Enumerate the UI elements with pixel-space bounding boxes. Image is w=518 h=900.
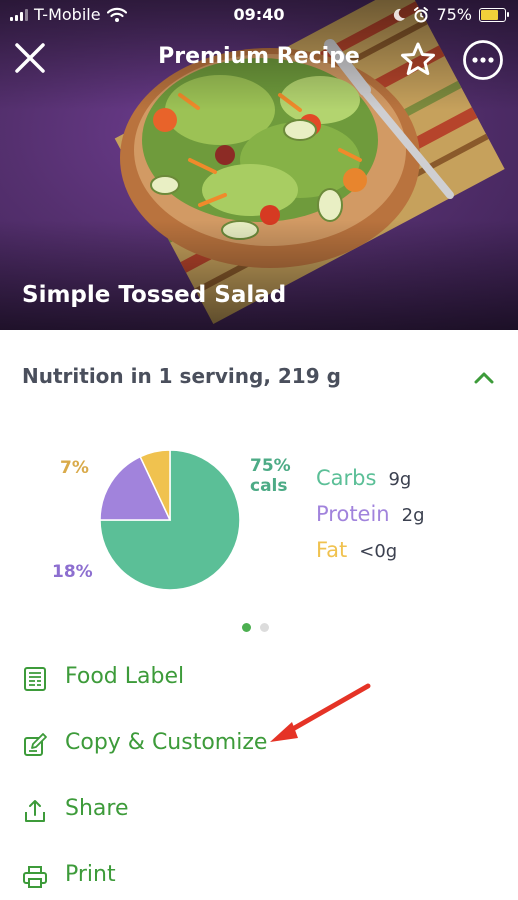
annotation-arrow xyxy=(270,683,371,742)
battery-percent: 75% xyxy=(436,5,472,24)
nutrition-chart-area[interactable]: 7% 18% 75% cals Carbs 9g Protein 2g Fat … xyxy=(0,440,518,600)
status-bar: T-Mobile 09:40 75% xyxy=(0,0,518,32)
legend-name: Protein xyxy=(316,502,390,526)
status-right: 75% xyxy=(392,5,509,24)
legend-value: 2g xyxy=(401,505,425,526)
food-label-label: Food Label xyxy=(65,664,185,689)
carbs-percent-value: 75% xyxy=(250,456,291,476)
nutrition-title: Nutrition in 1 serving, 219 g xyxy=(22,364,341,388)
legend-value: 9g xyxy=(388,469,412,490)
food-label-button[interactable]: Food Label xyxy=(0,653,518,703)
calories-pie-chart xyxy=(99,449,241,591)
copy-customize-button[interactable]: Copy & Customize xyxy=(0,719,518,769)
print-button[interactable]: Print xyxy=(0,851,518,900)
copy-customize-label: Copy & Customize xyxy=(65,730,268,755)
protein-percent-label: 18% xyxy=(52,562,93,582)
food-label-icon xyxy=(24,667,46,691)
alarm-icon xyxy=(414,6,429,22)
nutrition-section-header[interactable]: Nutrition in 1 serving, 219 g xyxy=(0,350,518,406)
more-horizontal-icon[interactable] xyxy=(462,39,504,81)
legend-name: Fat xyxy=(316,538,348,562)
edit-copy-icon xyxy=(24,733,47,756)
share-label: Share xyxy=(65,796,129,821)
moon-icon xyxy=(394,8,406,21)
battery-icon xyxy=(479,7,509,22)
legend-row-carbs: Carbs 9g xyxy=(316,466,425,502)
page-dot-active[interactable] xyxy=(242,623,251,632)
chevron-up-icon[interactable] xyxy=(472,366,496,390)
share-icon xyxy=(25,800,45,822)
chart-page-indicator[interactable] xyxy=(242,623,269,632)
legend-name: Carbs xyxy=(316,466,377,490)
print-label: Print xyxy=(65,862,116,887)
legend-row-fat: Fat <0g xyxy=(316,538,425,574)
hero-bottom-shade xyxy=(0,220,518,330)
star-outline-icon[interactable] xyxy=(398,40,438,80)
print-icon xyxy=(23,866,47,888)
legend-value: <0g xyxy=(359,541,398,562)
page-dot[interactable] xyxy=(260,623,269,632)
share-button[interactable]: Share xyxy=(0,785,518,835)
fat-percent-label: 7% xyxy=(60,458,89,478)
recipe-title: Simple Tossed Salad xyxy=(22,282,287,308)
nav-title: Premium Recipe xyxy=(158,44,360,69)
battery-level xyxy=(481,9,499,20)
legend-row-protein: Protein 2g xyxy=(316,502,425,538)
recipe-hero-image: T-Mobile 09:40 75% Premium Recipe Simple… xyxy=(0,0,518,330)
macro-legend: Carbs 9g Protein 2g Fat <0g xyxy=(316,466,425,574)
carbs-percent-unit: cals xyxy=(250,476,288,496)
carbs-percent-label: 75% cals xyxy=(250,456,291,496)
